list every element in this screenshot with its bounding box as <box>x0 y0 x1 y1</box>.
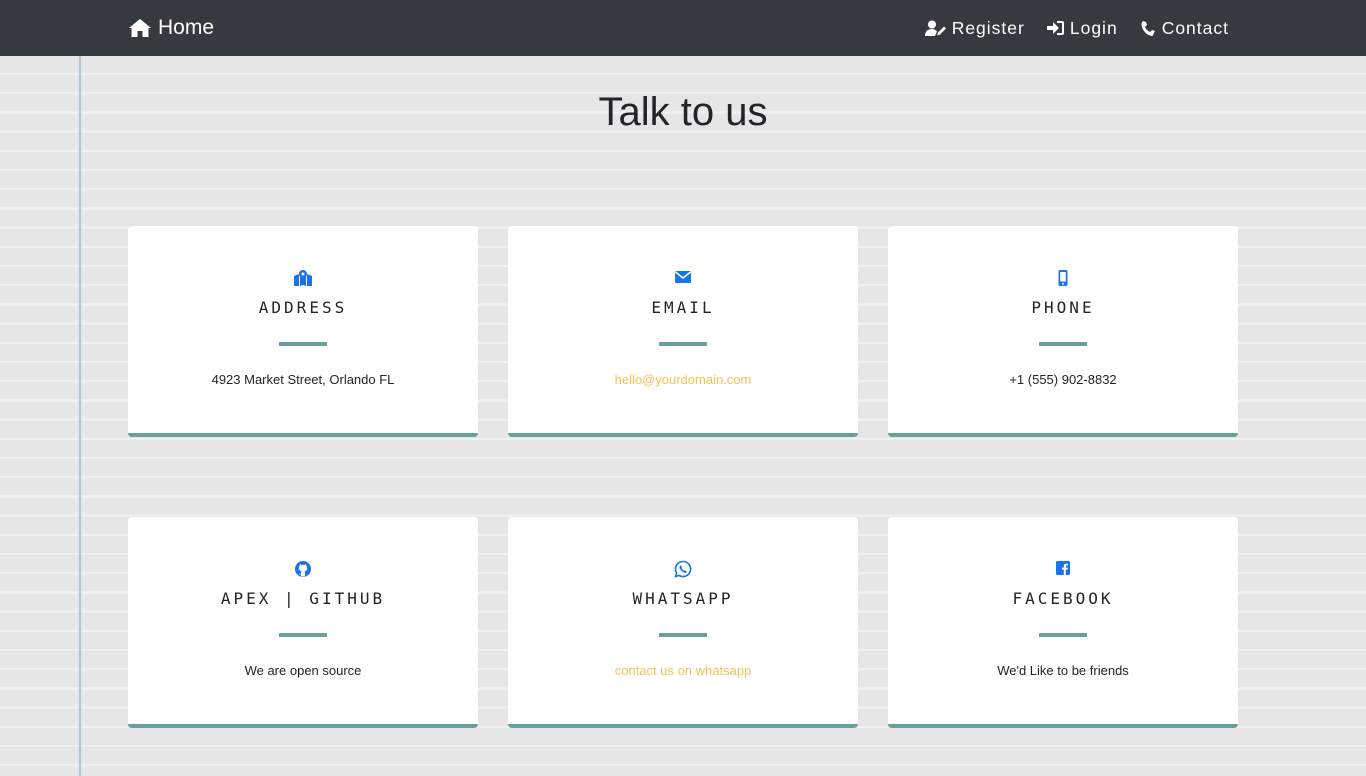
contact-link[interactable]: Contact <box>1140 18 1229 39</box>
card-text: We are open source <box>244 663 362 678</box>
card-title: EMAIL <box>651 298 715 317</box>
phone-card: PHONE +1 (555) 902-8832 <box>888 226 1238 437</box>
navbar: Home Register Login Contact <box>0 0 1366 56</box>
whatsapp-link[interactable]: contact us on whatsapp <box>508 663 858 678</box>
email-link[interactable]: hello@yourdomain.com <box>508 372 858 387</box>
card-text: +1 (555) 902-8832 <box>1009 372 1117 387</box>
contact-link-label: Contact <box>1161 17 1229 38</box>
facebook-icon <box>888 560 1238 578</box>
card-divider <box>659 633 707 637</box>
phone-icon <box>1141 20 1155 36</box>
map-marked-icon <box>128 269 478 287</box>
home-link[interactable]: Home <box>128 16 214 40</box>
card-divider <box>279 633 327 637</box>
card-divider <box>1039 342 1087 346</box>
page-title: Talk to us <box>598 90 768 134</box>
card-title: FACEBOOK <box>1012 589 1114 608</box>
nav-links: Register Login Contact <box>903 18 1229 39</box>
card-title: ADDRESS <box>258 298 348 317</box>
envelope-icon <box>508 269 858 287</box>
mobile-icon <box>888 269 1238 287</box>
facebook-card: FACEBOOK We'd Like to be friends <box>888 517 1238 728</box>
register-link[interactable]: Register <box>924 17 1025 39</box>
github-icon <box>128 560 478 578</box>
home-link-label: Home <box>158 16 215 39</box>
register-link-label: Register <box>951 17 1025 38</box>
sign-in-icon <box>1046 21 1064 35</box>
card-divider <box>659 342 707 346</box>
whatsapp-card: WHATSAPP contact us on whatsapp <box>508 517 858 728</box>
card-title: APEX | GITHUB <box>220 589 386 608</box>
login-link-label: Login <box>1069 17 1118 38</box>
whatsapp-icon <box>508 560 858 578</box>
address-card: ADDRESS 4923 Market Street, Orlando FL <box>128 226 478 437</box>
card-text: We'd Like to be friends <box>997 663 1129 678</box>
card-divider <box>279 342 327 346</box>
user-edit-icon <box>924 20 946 36</box>
card-divider <box>1039 633 1087 637</box>
card-title: WHATSAPP <box>632 589 734 608</box>
github-card: APEX | GITHUB We are open source <box>128 517 478 728</box>
login-link[interactable]: Login <box>1046 17 1118 39</box>
card-title: PHONE <box>1031 298 1095 317</box>
home-icon <box>129 19 151 37</box>
card-text: 4923 Market Street, Orlando FL <box>211 372 395 387</box>
email-card: EMAIL hello@yourdomain.com <box>508 226 858 437</box>
notebook-margin-line <box>79 56 81 776</box>
